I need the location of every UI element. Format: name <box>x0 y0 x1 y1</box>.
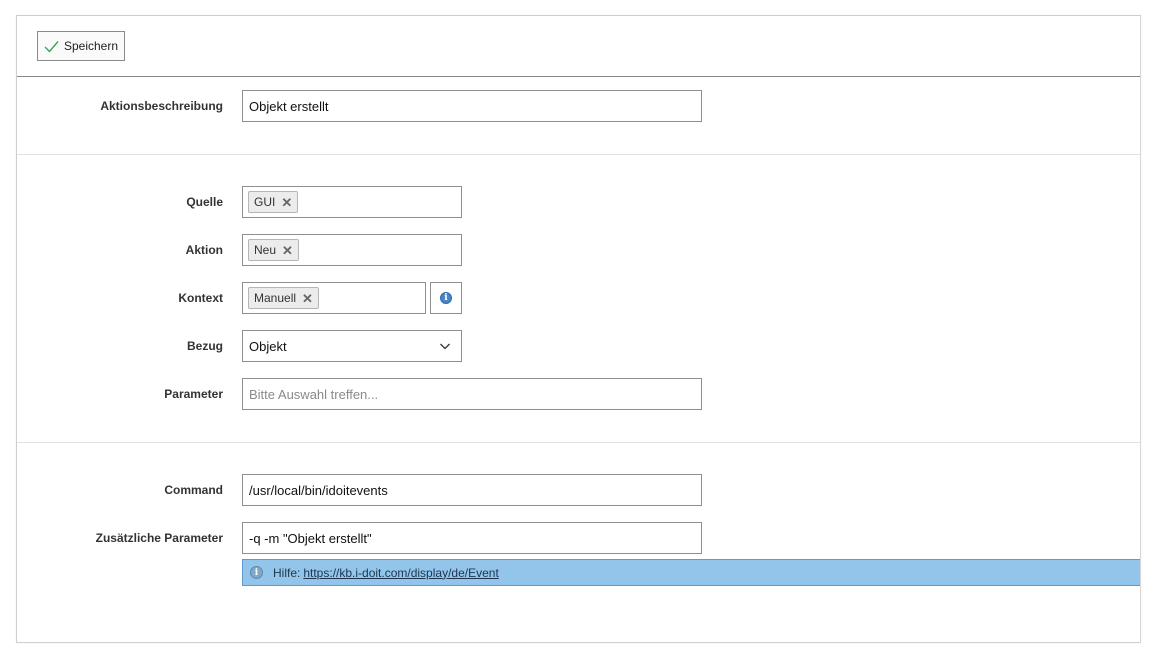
source-select[interactable]: GUI ✕ <box>242 186 462 218</box>
context-info-button[interactable]: i <box>430 282 462 314</box>
reference-dropdown[interactable]: Objekt <box>242 330 462 362</box>
form-panel: Speichern Aktionsbeschreibung Objekt ers… <box>16 15 1141 643</box>
info-icon: i <box>440 292 452 304</box>
help-link[interactable]: https://kb.i-doit.com/display/de/Event <box>303 566 498 580</box>
save-button[interactable]: Speichern <box>37 31 125 61</box>
extra-params-input[interactable]: -q -m "Objekt erstellt" <box>242 522 702 554</box>
action-chip-label: Neu <box>254 243 277 257</box>
save-button-label: Speichern <box>63 39 119 53</box>
context-select[interactable]: Manuell ✕ <box>242 282 426 314</box>
toolbar: Speichern <box>17 16 1140 77</box>
close-icon[interactable]: ✕ <box>302 292 313 305</box>
reference-value: Objekt <box>249 338 287 354</box>
context-chip: Manuell ✕ <box>248 287 319 309</box>
source-chip: GUI ✕ <box>248 191 299 213</box>
context-chip-label: Manuell <box>254 291 297 305</box>
section-divider <box>17 442 1140 443</box>
command-label: Command <box>164 483 223 497</box>
context-label: Kontext <box>178 291 223 305</box>
close-icon[interactable]: ✕ <box>282 244 293 257</box>
command-input[interactable]: /usr/local/bin/idoitevents <box>242 474 702 506</box>
extra-params-label: Zusätzliche Parameter <box>95 531 223 545</box>
checkmark-icon <box>44 40 59 53</box>
reference-label: Bezug <box>187 339 223 353</box>
help-notice: i Hilfe: https://kb.i-doit.com/display/d… <box>242 559 1140 586</box>
action-label: Aktion <box>185 243 223 257</box>
action-chip: Neu ✕ <box>248 239 299 261</box>
parameter-select[interactable]: Bitte Auswahl treffen... <box>242 378 702 410</box>
info-icon: i <box>250 566 263 579</box>
section-divider <box>17 154 1140 155</box>
description-input[interactable]: Objekt erstellt <box>242 90 702 122</box>
description-label: Aktionsbeschreibung <box>100 99 223 113</box>
help-prefix: Hilfe: <box>273 565 301 580</box>
parameter-label: Parameter <box>164 387 223 401</box>
chevron-down-icon <box>440 343 450 350</box>
close-icon[interactable]: ✕ <box>281 196 292 209</box>
source-label: Quelle <box>186 195 223 209</box>
source-chip-label: GUI <box>254 195 276 209</box>
action-select[interactable]: Neu ✕ <box>242 234 462 266</box>
